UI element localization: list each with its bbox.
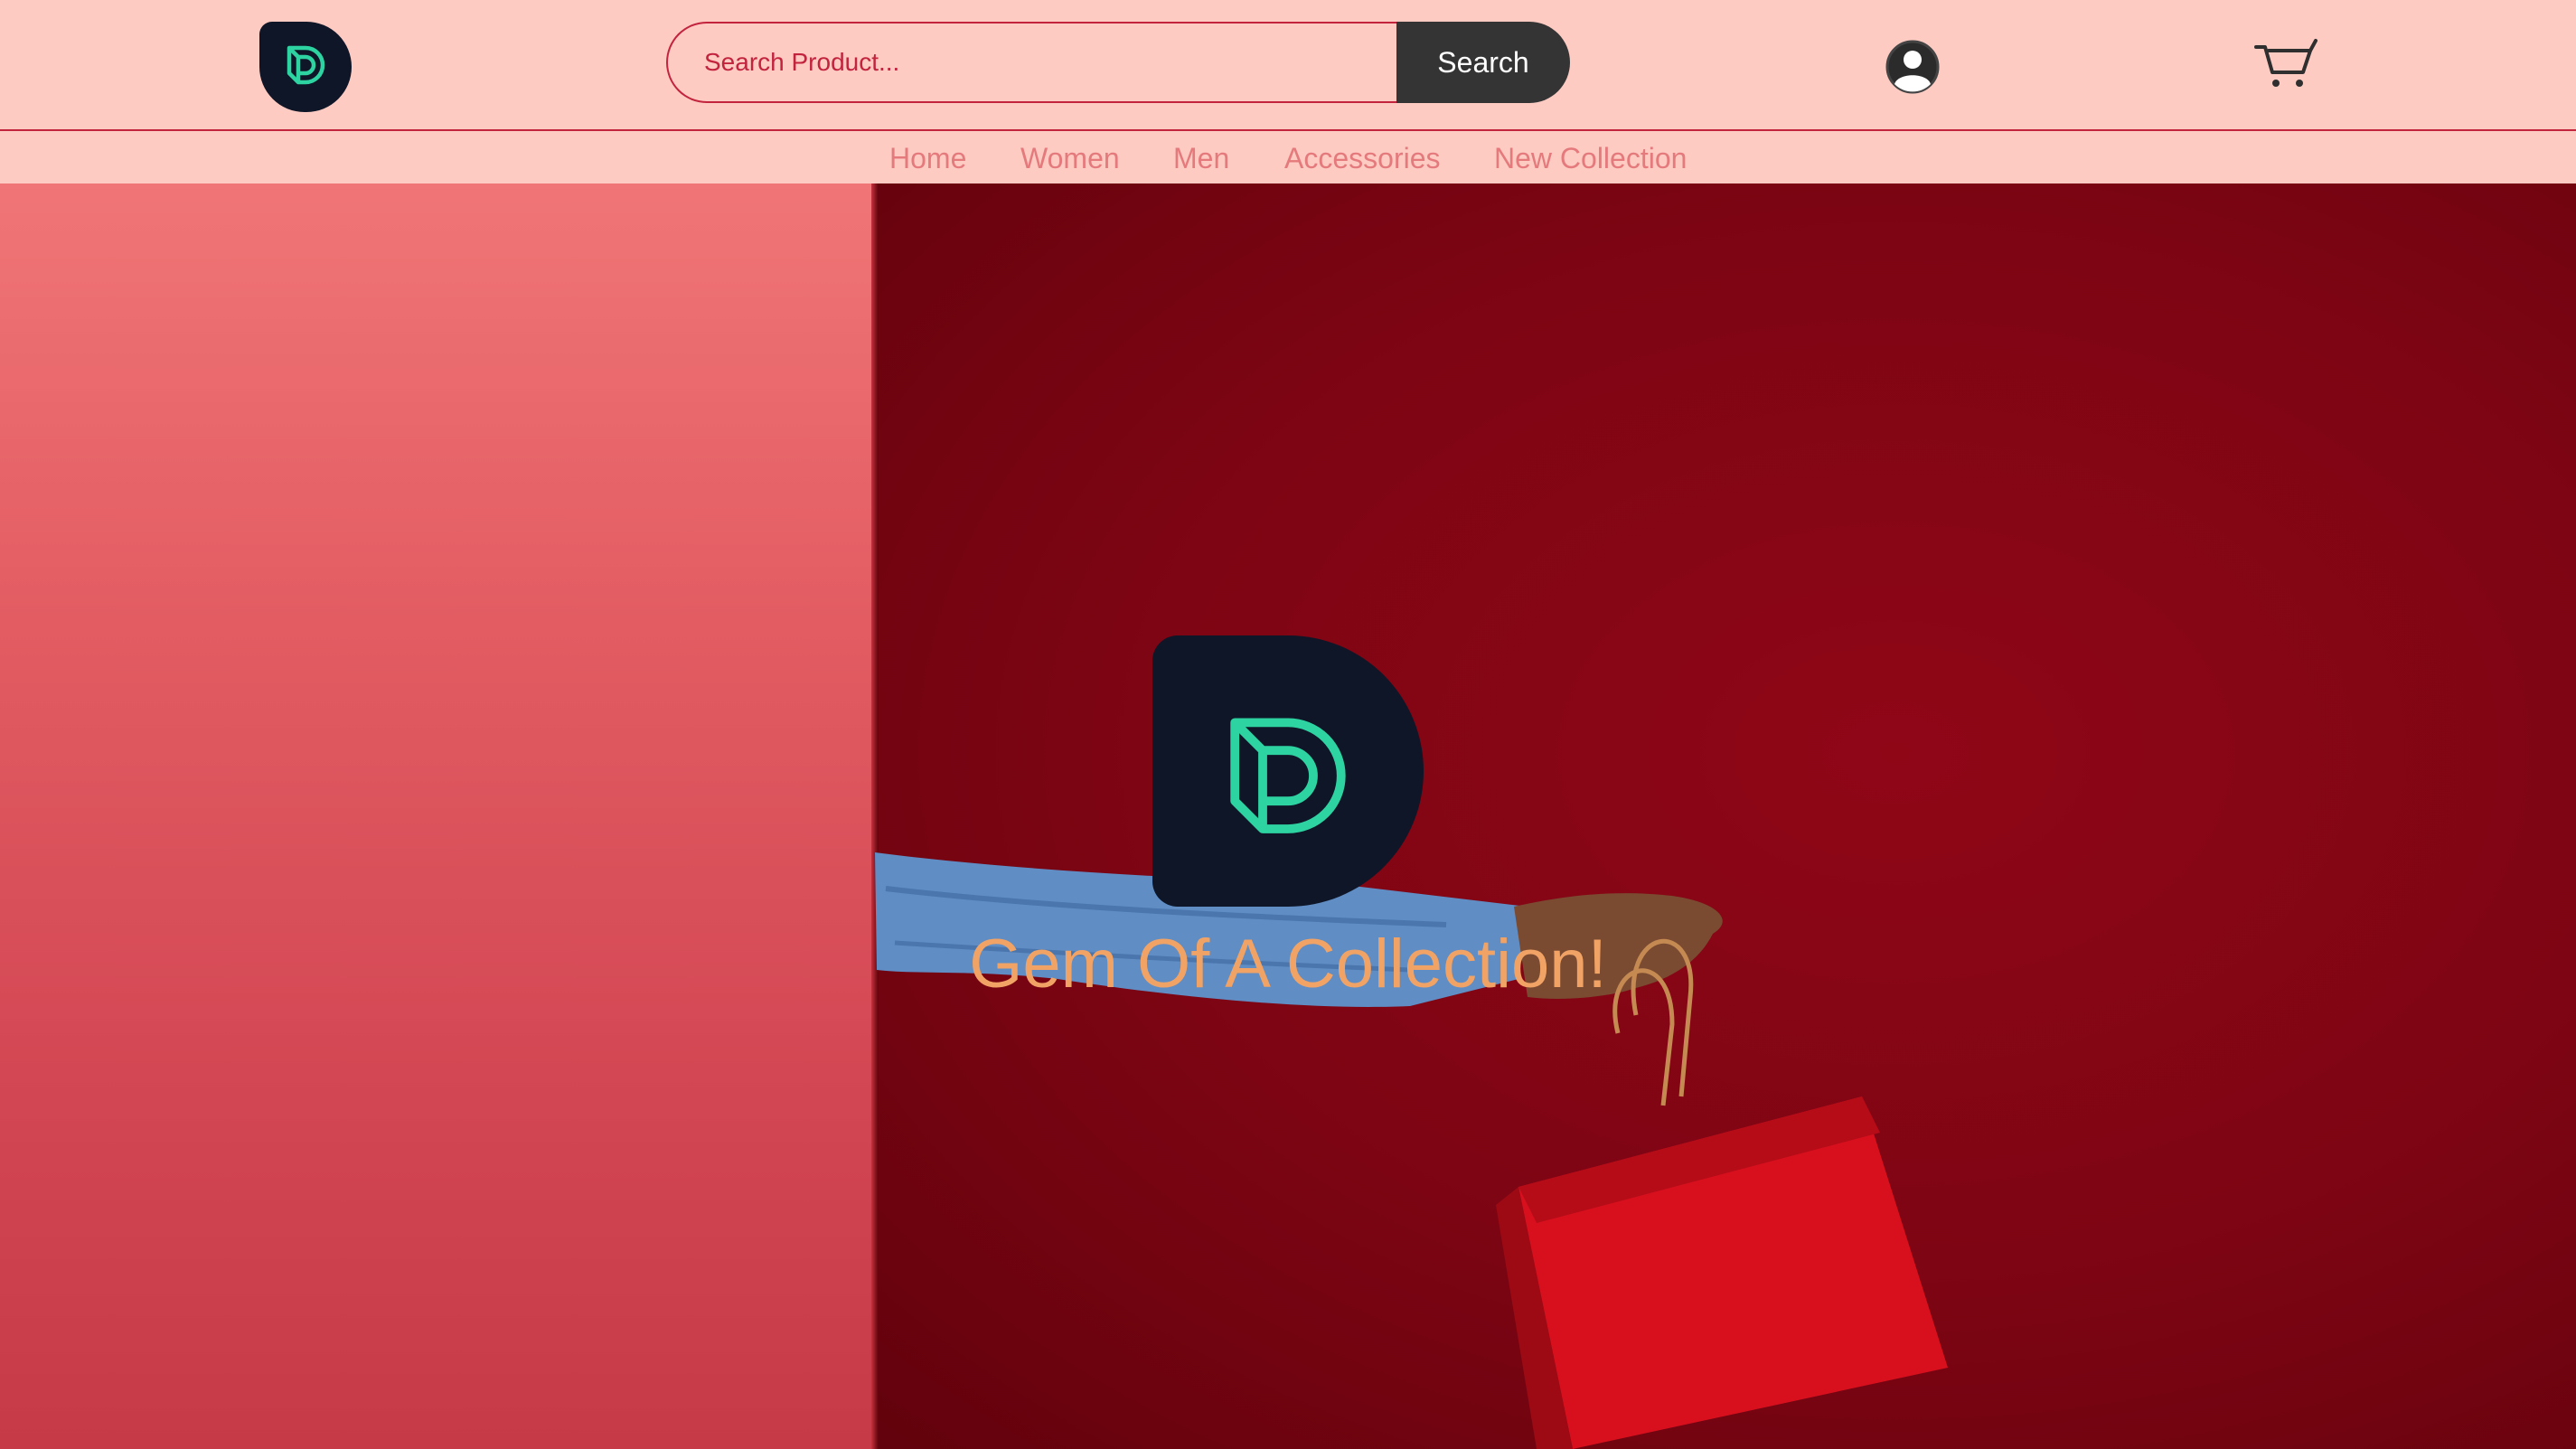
d-monogram-icon xyxy=(1230,718,1346,833)
main-nav: Home Women Men Accessories New Collectio… xyxy=(0,131,2576,183)
search-bar: Search xyxy=(666,22,1572,103)
nav-item-new-collection[interactable]: New Collection xyxy=(1494,142,1687,175)
site-header: Search xyxy=(0,0,2576,131)
nav-item-home[interactable]: Home xyxy=(889,142,966,175)
hero-tagline: Gem Of A Collection! xyxy=(0,925,2576,1003)
search-input[interactable] xyxy=(666,22,1398,103)
cart-icon[interactable] xyxy=(2254,38,2317,92)
hero-banner: Gem Of A Collection! xyxy=(0,183,2576,1449)
brand-logo[interactable] xyxy=(259,22,352,112)
user-icon[interactable] xyxy=(1885,39,1941,95)
hero-tagline-text: Gem Of A Collection! xyxy=(969,926,1607,1002)
hero-logo xyxy=(1152,635,1424,907)
nav-item-accessories[interactable]: Accessories xyxy=(1284,142,1441,175)
search-button[interactable]: Search xyxy=(1396,22,1570,103)
nav-item-men[interactable]: Men xyxy=(1173,142,1229,175)
nav-item-women[interactable]: Women xyxy=(1020,142,1120,175)
d-monogram-icon xyxy=(287,45,325,85)
